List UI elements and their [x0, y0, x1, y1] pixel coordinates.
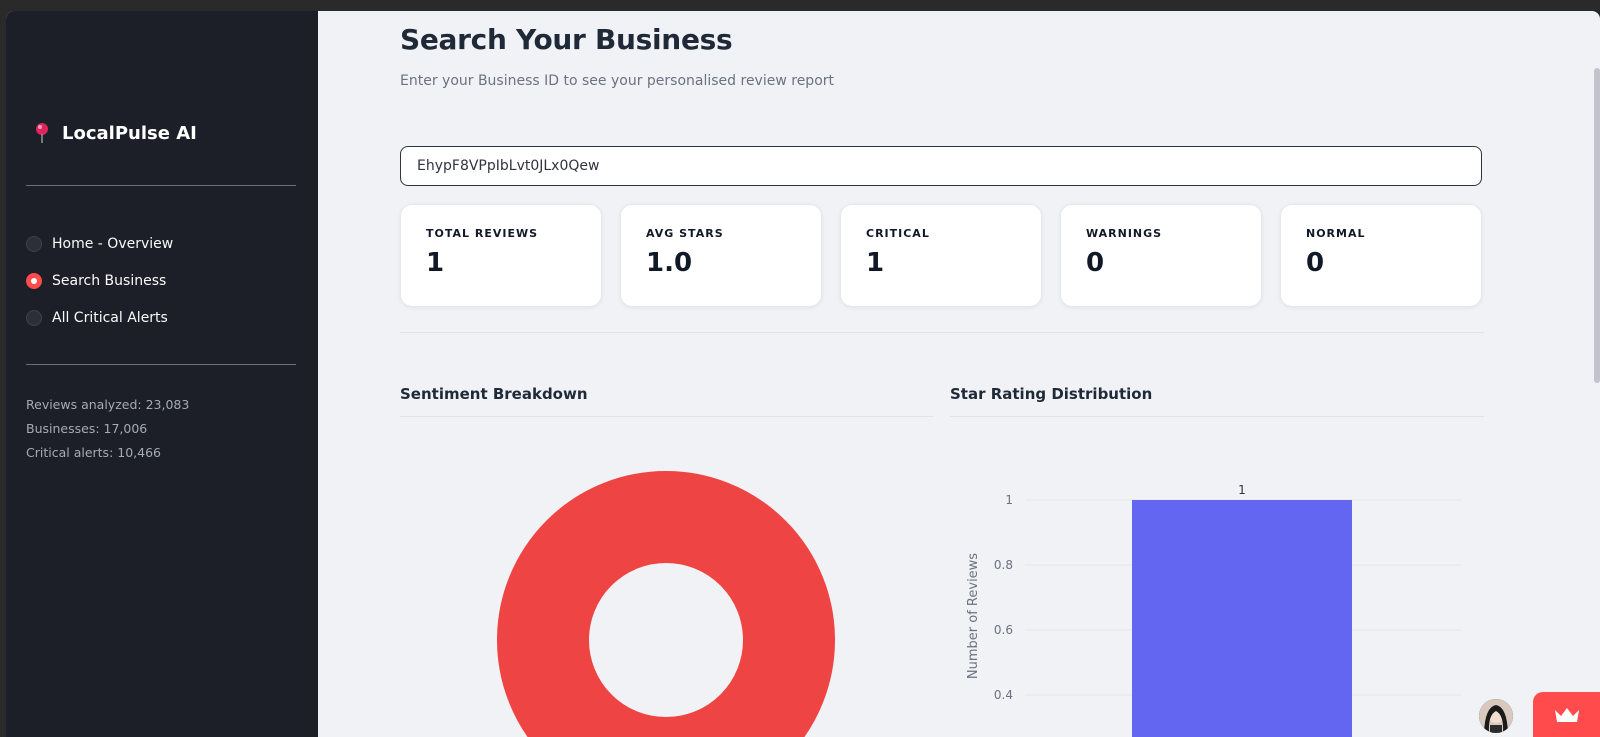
stat-reviews-analyzed: Reviews analyzed: 23,083 [26, 397, 190, 412]
main-content: Search Your Business Enter your Business… [318, 11, 1600, 737]
nav-label-search-business: Search Business [52, 272, 167, 289]
metric-value: 0 [1086, 248, 1105, 278]
metric-card-total-reviews: TOTAL REVIEWS 1 [400, 204, 602, 307]
sidebar-divider [26, 185, 296, 186]
section-divider [400, 332, 1484, 333]
app-window: LocalPulse AI Home - Overview Search Bus… [6, 11, 1600, 737]
radio-critical-alerts[interactable] [26, 309, 42, 326]
metric-value: 1 [866, 248, 885, 278]
metric-card-normal: NORMAL 0 [1280, 204, 1482, 307]
page-subtitle: Enter your Business ID to see your perso… [400, 73, 835, 89]
section-underline [400, 416, 933, 417]
nav-item-critical-alerts[interactable]: All Critical Alerts [26, 299, 173, 336]
metric-label: CRITICAL [866, 227, 930, 240]
sidebar: LocalPulse AI Home - Overview Search Bus… [6, 11, 318, 737]
main-scrollbar[interactable] [1594, 68, 1600, 383]
metric-label: WARNINGS [1086, 227, 1163, 240]
sidebar-stats: Reviews analyzed: 23,083 Businesses: 17,… [26, 393, 189, 465]
y-tick-label: 0.4 [994, 688, 1013, 702]
sidebar-nav: Home - Overview Search Business All Crit… [26, 225, 173, 336]
star-rating-bar-chart: 1 0.8 0.6 0.4 Number of Reviews 1 [966, 483, 1461, 737]
metric-card-warnings: WARNINGS 0 [1060, 204, 1262, 307]
section-underline [950, 416, 1484, 417]
sentiment-donut-chart [497, 471, 835, 737]
brand-title: LocalPulse AI [62, 122, 197, 144]
crown-icon [1554, 707, 1579, 722]
stat-businesses: Businesses: 17,006 [26, 421, 148, 436]
metric-card-avg-stars: AVG STARS 1.0 [620, 204, 822, 307]
nav-label-home: Home - Overview [52, 235, 174, 252]
bar-data-label: 1 [1238, 483, 1246, 497]
y-axis-label: Number of Reviews [966, 553, 981, 679]
bar [1132, 500, 1352, 737]
star-rating-title: Star Rating Distribution [950, 385, 1153, 403]
metric-label: AVG STARS [646, 227, 724, 240]
metric-value: 0 [1306, 248, 1325, 278]
radio-search-business[interactable] [26, 272, 42, 289]
sentiment-breakdown-title: Sentiment Breakdown [400, 385, 588, 403]
metrics-row: TOTAL REVIEWS 1 AVG STARS 1.0 CRITICAL 1… [400, 204, 1482, 307]
pin-icon [30, 121, 54, 145]
nav-label-critical-alerts: All Critical Alerts [52, 309, 168, 326]
donut-slice [497, 471, 835, 737]
business-id-input[interactable] [400, 146, 1482, 186]
metric-value: 1 [426, 248, 445, 278]
metric-card-critical: CRITICAL 1 [840, 204, 1042, 307]
y-tick-label: 0.8 [994, 558, 1013, 572]
avatar[interactable] [1479, 699, 1513, 733]
y-tick-label: 0.6 [994, 623, 1013, 637]
brand: LocalPulse AI [30, 121, 197, 145]
metric-label: NORMAL [1306, 227, 1366, 240]
stat-critical-alerts: Critical alerts: 10,466 [26, 445, 161, 460]
page-title: Search Your Business [400, 23, 733, 56]
deploy-crown-button[interactable] [1533, 692, 1600, 737]
y-tick-label: 1 [1005, 493, 1013, 507]
metric-label: TOTAL REVIEWS [426, 227, 539, 240]
radio-home[interactable] [26, 235, 42, 252]
sidebar-divider [26, 364, 296, 365]
metric-value: 1.0 [646, 248, 693, 278]
nav-item-home[interactable]: Home - Overview [26, 225, 173, 262]
nav-item-search-business[interactable]: Search Business [26, 262, 173, 299]
